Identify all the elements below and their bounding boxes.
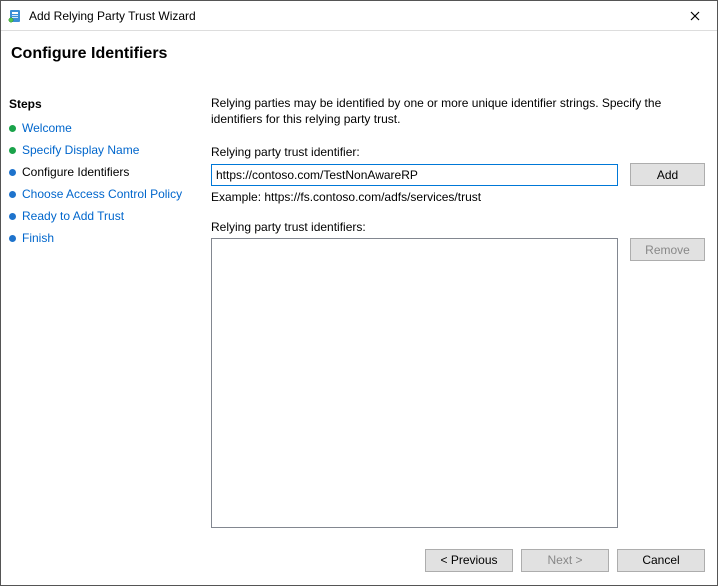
- wizard-window: Add Relying Party Trust Wizard Configure…: [0, 0, 718, 586]
- window-title: Add Relying Party Trust Wizard: [29, 9, 672, 23]
- page-title: Configure Identifiers: [1, 31, 717, 93]
- wizard-footer: < Previous Next > Cancel: [1, 535, 717, 585]
- sidebar-item-display-name[interactable]: Specify Display Name: [7, 139, 195, 161]
- add-button[interactable]: Add: [630, 163, 705, 186]
- cancel-button[interactable]: Cancel: [617, 549, 705, 572]
- remove-button[interactable]: Remove: [630, 238, 705, 261]
- next-button[interactable]: Next >: [521, 549, 609, 572]
- app-icon: [7, 8, 23, 24]
- close-button[interactable]: [672, 1, 717, 31]
- sidebar-item-configure-identifiers[interactable]: Configure Identifiers: [7, 161, 195, 183]
- wizard-body: Steps Welcome Specify Display Name Confi…: [1, 93, 717, 535]
- sidebar-item-welcome[interactable]: Welcome: [7, 117, 195, 139]
- identifiers-list-label: Relying party trust identifiers:: [211, 220, 705, 234]
- sidebar-item-finish[interactable]: Finish: [7, 227, 195, 249]
- step-indicator-icon: [9, 125, 16, 132]
- identifier-label: Relying party trust identifier:: [211, 145, 705, 159]
- step-indicator-icon: [9, 213, 16, 220]
- steps-heading: Steps: [7, 93, 195, 117]
- identifiers-listbox[interactable]: [211, 238, 618, 528]
- sidebar-item-label: Choose Access Control Policy: [22, 187, 182, 201]
- steps-sidebar: Steps Welcome Specify Display Name Confi…: [1, 93, 201, 535]
- intro-text: Relying parties may be identified by one…: [211, 95, 705, 127]
- sidebar-item-access-control[interactable]: Choose Access Control Policy: [7, 183, 195, 205]
- sidebar-item-label: Finish: [22, 231, 54, 245]
- step-indicator-icon: [9, 191, 16, 198]
- previous-button[interactable]: < Previous: [425, 549, 513, 572]
- step-indicator-icon: [9, 147, 16, 154]
- sidebar-item-ready[interactable]: Ready to Add Trust: [7, 205, 195, 227]
- example-text: Example: https://fs.contoso.com/adfs/ser…: [211, 190, 705, 204]
- main-panel: Relying parties may be identified by one…: [201, 93, 717, 535]
- sidebar-item-label: Ready to Add Trust: [22, 209, 124, 223]
- sidebar-item-label: Welcome: [22, 121, 72, 135]
- identifier-input[interactable]: [211, 164, 618, 186]
- step-indicator-icon: [9, 235, 16, 242]
- sidebar-item-label: Specify Display Name: [22, 143, 139, 157]
- title-bar: Add Relying Party Trust Wizard: [1, 1, 717, 31]
- step-indicator-icon: [9, 169, 16, 176]
- sidebar-item-label: Configure Identifiers: [22, 165, 129, 179]
